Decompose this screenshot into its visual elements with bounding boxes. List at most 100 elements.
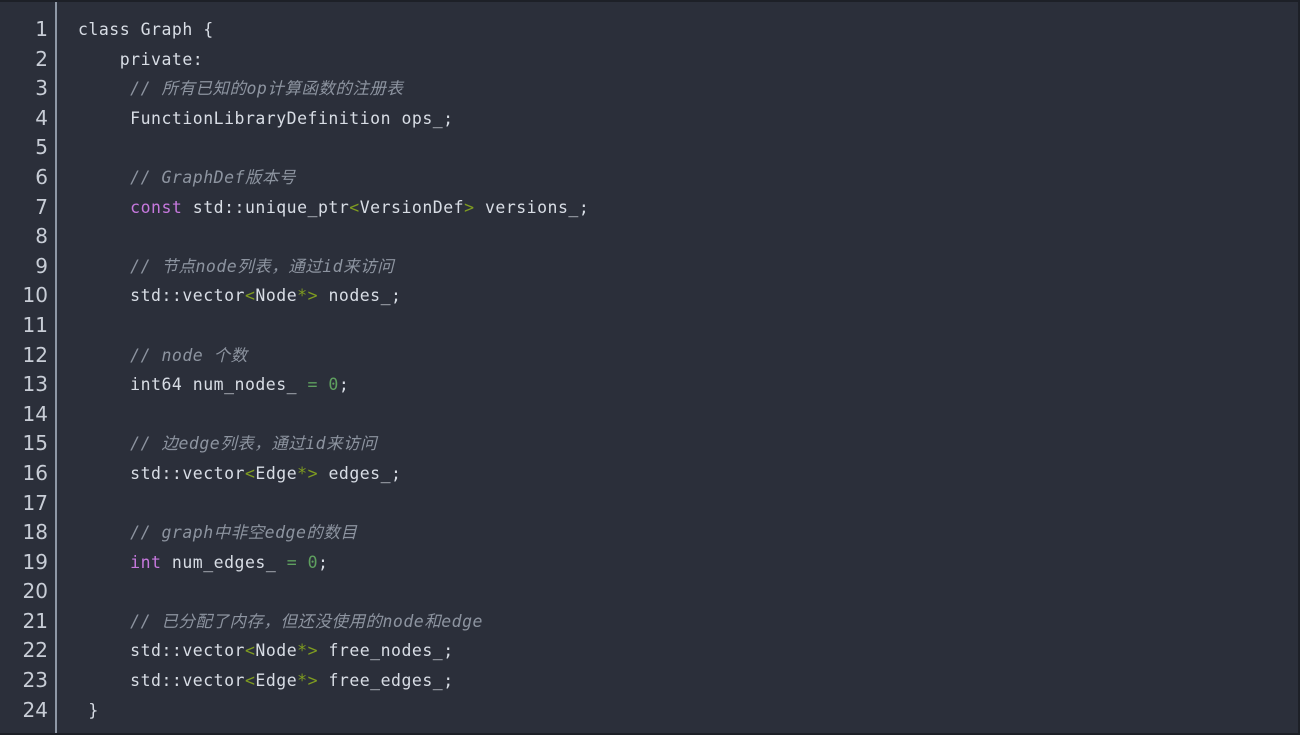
line-number: 9: [35, 253, 48, 278]
code-line[interactable]: std::vector<Node*> free_nodes_;: [78, 636, 1298, 666]
line-number: 7: [35, 194, 48, 219]
code-line[interactable]: // 节点node列表，通过id来访问: [78, 252, 1298, 282]
code-token-plain: int64 num_nodes_: [78, 375, 308, 395]
code-token-op: =: [307, 375, 318, 395]
code-line[interactable]: FunctionLibraryDefinition ops_;: [78, 104, 1298, 134]
code-token-keyword: int: [130, 552, 162, 572]
line-number: 2: [35, 46, 48, 71]
gutter-separator: [55, 2, 57, 733]
code-line[interactable]: std::vector<Edge*> edges_;: [78, 459, 1298, 489]
code-line[interactable]: std::vector<Node*> nodes_;: [78, 281, 1298, 311]
code-token-plain: Edge: [255, 463, 298, 483]
code-line[interactable]: std::vector<Edge*> free_edges_;: [78, 666, 1298, 696]
code-token-bracket: *>: [297, 641, 319, 661]
code-token-plain: class Graph {: [78, 20, 214, 39]
code-token-plain: versions_;: [474, 197, 590, 217]
code-token-plain: std::unique_ptr: [182, 197, 350, 217]
code-line[interactable]: int num_edges_ = 0;: [78, 548, 1298, 578]
line-number: 17: [22, 490, 48, 515]
line-number: 15: [22, 431, 48, 456]
code-token-plain: edges_;: [318, 463, 402, 483]
code-line[interactable]: [78, 577, 1298, 607]
line-number: 8: [35, 224, 48, 249]
code-token-plain: std::vector: [78, 671, 245, 691]
code-token-plain: std::vector: [78, 286, 245, 306]
code-token-plain: num_edges_: [161, 552, 287, 572]
code-token-comment: // node 个数: [78, 345, 248, 365]
code-token-keyword: const: [130, 197, 183, 217]
code-token-plain: VersionDef: [359, 197, 465, 217]
code-token-comment: // 边edge列表，通过id来访问: [78, 434, 378, 454]
code-line[interactable]: // graph中非空edge的数目: [78, 518, 1298, 548]
line-number: 23: [22, 668, 48, 693]
code-line[interactable]: private:: [78, 45, 1298, 75]
code-token-plain: private:: [78, 49, 204, 69]
code-line[interactable]: [78, 311, 1298, 341]
line-number-gutter[interactable]: 1 2 3 4 5 6 7 8 9 10 11 12 13 14 15 16 17 18 19 20 21 22 23 24: [0, 2, 57, 733]
code-line[interactable]: [78, 489, 1298, 519]
code-token-bracket: <: [244, 641, 256, 661]
code-line[interactable]: // 所有已知的op计算函数的注册表: [78, 74, 1298, 104]
code-token-number: 0: [307, 552, 319, 572]
line-number: 19: [22, 549, 48, 574]
code-line[interactable]: // node 个数: [78, 341, 1298, 371]
code-token-plain: std::vector: [78, 463, 245, 483]
code-line[interactable]: [78, 222, 1298, 252]
code-token-bracket: <: [244, 463, 256, 483]
code-line[interactable]: // GraphDef版本号: [78, 163, 1298, 193]
code-token-plain: ;: [338, 375, 350, 395]
line-number: 1: [35, 17, 48, 41]
line-number: 16: [22, 460, 48, 485]
line-number: 18: [22, 520, 48, 545]
line-numbers-list: 1 2 3 4 5 6 7 8 9 10 11 12 13 14 15 16 17 18 19 20 21 22 23 24: [0, 15, 48, 725]
code-token-bracket: *>: [297, 286, 319, 306]
code-token-plain: Node: [255, 286, 298, 306]
code-token-bracket: *>: [297, 671, 319, 691]
code-line[interactable]: [78, 133, 1298, 163]
code-token-bracket: >: [464, 197, 475, 217]
line-number: 11: [22, 312, 48, 337]
code-line[interactable]: }: [78, 696, 1298, 726]
code-token-bracket: <: [244, 286, 256, 306]
code-line[interactable]: // 已分配了内存，但还没使用的node和edge: [78, 607, 1298, 637]
code-line[interactable]: const std::unique_ptr<VersionDef> versio…: [78, 193, 1298, 223]
code-line[interactable]: // 边edge列表，通过id来访问: [78, 429, 1298, 459]
code-token-comment: // 节点node列表，通过id来访问: [78, 256, 395, 276]
code-token-plain: free_edges_;: [318, 671, 454, 691]
line-number: 14: [22, 401, 48, 426]
line-number: 10: [22, 283, 48, 308]
code-token-plain: free_nodes_;: [318, 641, 454, 661]
line-number: 6: [35, 164, 48, 189]
code-token-number: 0: [328, 375, 339, 395]
code-token-plain: ;: [318, 552, 329, 572]
code-token-comment: // 已分配了内存，但还没使用的node和edge: [78, 611, 483, 631]
code-line[interactable]: int64 num_nodes_ = 0;: [78, 370, 1298, 400]
code-token-bracket: *>: [297, 463, 319, 483]
code-token-op: =: [286, 552, 298, 572]
line-number: 3: [35, 76, 48, 101]
code-line[interactable]: class Graph {: [78, 15, 1298, 45]
line-number: 24: [22, 697, 48, 722]
code-token-comment: // graph中非空edge的数目: [78, 523, 358, 543]
line-number: 4: [35, 105, 48, 130]
code-line[interactable]: [78, 400, 1298, 430]
line-number: 22: [22, 638, 48, 663]
code-editor[interactable]: 1 2 3 4 5 6 7 8 9 10 11 12 13 14 15 16 17 18 19 20 21 22 23 24 …: [0, 0, 1300, 735]
code-token-plain: Edge: [255, 671, 298, 691]
code-area[interactable]: 1 2 3 4 5 6 7 8 9 10 11 12 13 14 15 16 17 18 19 20 21 22 23 24 …: [0, 2, 1298, 733]
code-token-comment: // GraphDef版本号: [78, 167, 296, 187]
code-token-plain: }: [78, 700, 99, 720]
code-token-comment: // 所有已知的op计算函数的注册表: [78, 79, 404, 99]
code-token-bracket: <: [244, 671, 256, 691]
code-token-plain: std::vector: [78, 641, 245, 661]
code-token-plain: FunctionLibraryDefinition ops_;: [78, 108, 454, 128]
line-number: 20: [22, 579, 48, 604]
line-number: 12: [22, 342, 48, 367]
code-token-bracket: <: [349, 197, 360, 217]
code-token-plain: nodes_;: [318, 286, 402, 306]
code-lines[interactable]: class Graph { private: // 所有已知的op计算函数的注册…: [56, 15, 1298, 725]
